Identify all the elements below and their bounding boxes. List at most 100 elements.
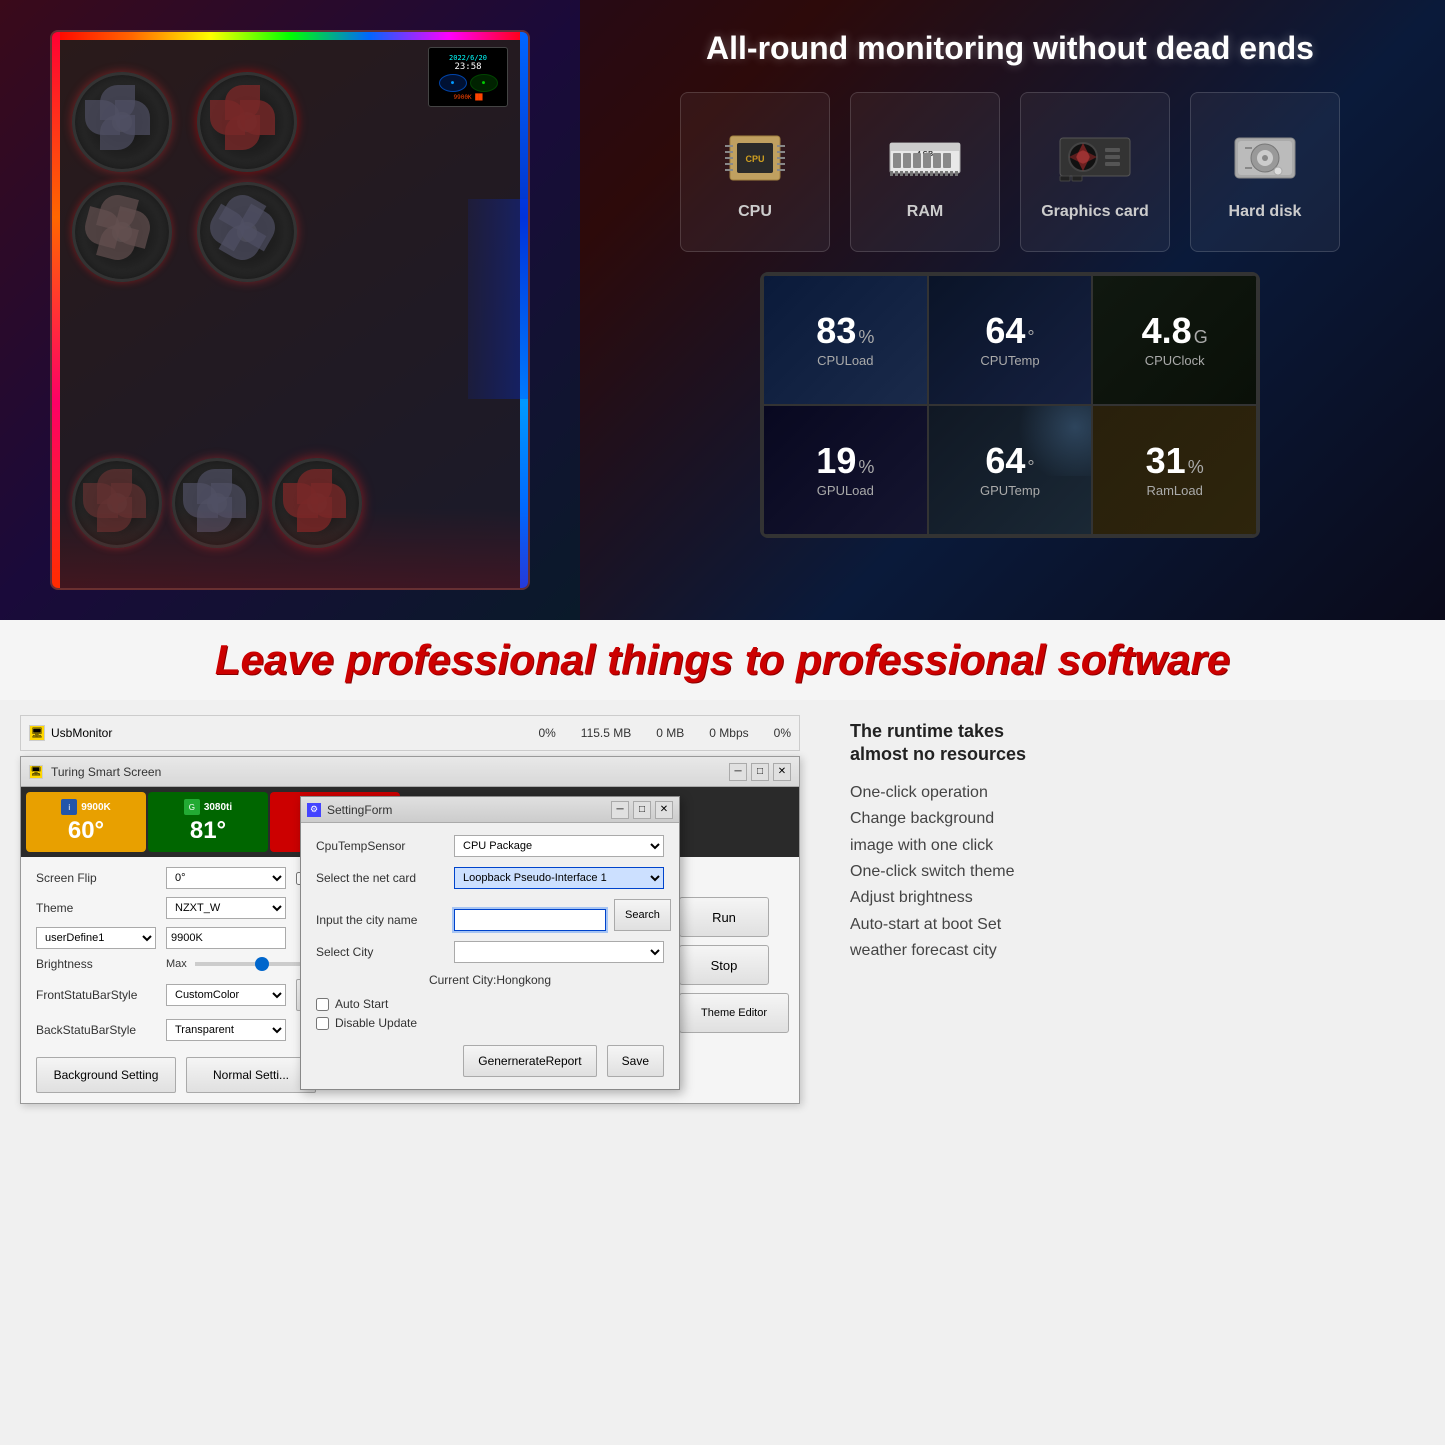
app-container: 🖥 Turing Smart Screen ─ □ ✕ i 9900K — [20, 756, 800, 1104]
bottom-section: 🖥 UsbMonitor 0% 115.5 MB 0 MB 0 Mbps 0% … — [0, 700, 1445, 1445]
auto-start-label: Auto Start — [335, 997, 388, 1011]
cpu-temp-sensor-row: CpuTempSensor CPU Package — [316, 835, 664, 857]
cpu-icon: CPU — [710, 123, 800, 193]
window-controls[interactable]: ─ □ ✕ — [729, 763, 791, 781]
cpu-model-input[interactable] — [166, 927, 286, 949]
main-window-title-bar: 🖥 Turing Smart Screen ─ □ ✕ — [21, 757, 799, 787]
back-bar-select[interactable]: Transparent — [166, 1019, 286, 1041]
taskbar-app-icon: 🖥 — [29, 725, 45, 741]
dialog-title: SettingForm — [327, 803, 605, 817]
component-card-cpu: CPU CPU — [680, 92, 830, 252]
cpu-label: CPU — [738, 203, 772, 221]
screen-flip-select[interactable]: 0° 90° 180° 270° — [166, 867, 286, 889]
disable-update-checkbox[interactable] — [316, 1017, 329, 1030]
brightness-slider[interactable] — [195, 962, 315, 966]
run-button[interactable]: Run — [679, 897, 769, 937]
preview-chip2-temp: 81° — [190, 817, 226, 845]
desc-item-3: image with one click — [850, 835, 1415, 857]
cpu-clock-cell: 4.8 G CPUClock — [1092, 275, 1257, 405]
dialog-controls[interactable]: ─ □ ✕ — [611, 801, 673, 819]
cpu-temp-sensor-select[interactable]: CPU Package — [454, 835, 664, 857]
preview-card-cpu: i 9900K 60° — [26, 792, 146, 852]
taskbar-metrics: 0% 115.5 MB 0 MB 0 Mbps 0% — [538, 726, 791, 740]
taskbar: 🖥 UsbMonitor 0% 115.5 MB 0 MB 0 Mbps 0% — [20, 715, 800, 751]
auto-start-row: Auto Start — [316, 997, 664, 1011]
screen-flip-label: Screen Flip — [36, 871, 156, 885]
desc-item-5: Adjust brightness — [850, 887, 1415, 909]
right-info: All-round monitoring without dead ends C… — [575, 0, 1445, 620]
front-bar-select[interactable]: CustomColor — [166, 984, 286, 1006]
theme-editor-button[interactable]: Theme Editor — [679, 993, 789, 1033]
disable-update-row: Disable Update — [316, 1016, 664, 1030]
monitor-row-2: 19 % GPULoad 64 ° GPUTemp 31 — [763, 405, 1257, 535]
select-city-row: Select City — [316, 941, 664, 963]
city-input[interactable] — [454, 909, 606, 931]
generate-report-button[interactable]: GenernerateReport — [463, 1045, 596, 1077]
software-area: 🖥 UsbMonitor 0% 115.5 MB 0 MB 0 Mbps 0% … — [0, 700, 820, 1445]
brightness-label: Brightness — [36, 957, 156, 971]
dialog-overlay: ⚙ SettingForm ─ □ ✕ CpuTempSensor CPU Pa — [300, 796, 680, 1090]
taskbar-disk: 0 MB — [656, 726, 684, 740]
cpu-temp-sensor-label: CpuTempSensor — [316, 839, 446, 853]
minimize-button[interactable]: ─ — [729, 763, 747, 781]
component-card-gpu: Graphics card — [1020, 92, 1170, 252]
desc-item-1: One-click operation — [850, 782, 1415, 804]
pc-case: 2022/6/20 23:58 ● ● 9900K ██ — [50, 30, 530, 590]
dialog-title-bar: ⚙ SettingForm ─ □ ✕ — [301, 797, 679, 823]
desc-item-2: Change background — [850, 808, 1415, 830]
banner-text: Leave professional things to professiona… — [215, 636, 1230, 684]
select-city-select[interactable] — [454, 941, 664, 963]
brightness-thumb — [255, 957, 269, 971]
side-buttons: Run Stop Theme Editor — [679, 897, 789, 1033]
cpu-load-cell: 83 % CPULoad — [763, 275, 928, 405]
ram-label: RAM — [907, 203, 943, 221]
tagline: All-round monitoring without dead ends — [615, 30, 1405, 67]
hdd-icon — [1220, 123, 1310, 193]
taskbar-cpu: 0% — [538, 726, 555, 740]
user-define-select[interactable]: userDefine1 — [36, 927, 156, 949]
theme-select[interactable]: NZXT_W — [166, 897, 286, 919]
top-section: 2022/6/20 23:58 ● ● 9900K ██ — [0, 0, 1445, 620]
main-window-title: Turing Smart Screen — [51, 765, 721, 779]
desc-item-7: weather forecast city — [850, 940, 1415, 962]
gpu-load-cell: 19 % GPULoad — [763, 405, 928, 535]
select-city-label: Select City — [316, 945, 446, 959]
svg-text:CPU: CPU — [745, 154, 764, 164]
monitor-metrics-grid: 83 % CPULoad 64 ° CPUTemp 4.8 — [760, 272, 1260, 538]
taskbar-app-name: UsbMonitor — [51, 726, 112, 740]
save-button[interactable]: Save — [607, 1045, 664, 1077]
current-city: Current City:Hongkong — [316, 973, 664, 987]
component-card-ram: 4 GB — [850, 92, 1000, 252]
search-button[interactable]: Search — [614, 899, 671, 931]
close-button[interactable]: ✕ — [773, 763, 791, 781]
back-bar-label: BackStatuBarStyle — [36, 1023, 156, 1037]
auto-start-checkbox[interactable] — [316, 998, 329, 1011]
theme-label: Theme — [36, 901, 156, 915]
normal-setting-button[interactable]: Normal Setti... — [186, 1057, 316, 1093]
city-input-label: Input the city name — [316, 913, 446, 927]
city-input-row: Input the city name — [316, 909, 606, 931]
net-card-select[interactable]: Loopback Pseudo-Interface 1 — [454, 867, 664, 889]
preview-chip2-label: 3080ti — [204, 802, 232, 813]
fan-grid-top — [72, 72, 312, 282]
stop-button[interactable]: Stop — [679, 945, 769, 985]
pc-image-area: 2022/6/20 23:58 ● ● 9900K ██ — [0, 0, 580, 620]
maximize-button[interactable]: □ — [751, 763, 769, 781]
dialog-footer: GenernerateReport Save — [316, 1045, 664, 1077]
dialog-minimize-button[interactable]: ─ — [611, 801, 629, 819]
fan-2 — [197, 72, 297, 172]
dialog-close-button[interactable]: ✕ — [655, 801, 673, 819]
desc-block-2: One-click operation Change background im… — [850, 782, 1415, 963]
dialog-content: CpuTempSensor CPU Package Select the net… — [301, 823, 679, 1089]
setting-form-dialog: ⚙ SettingForm ─ □ ✕ CpuTempSensor CPU Pa — [300, 796, 680, 1090]
dialog-maximize-button[interactable]: □ — [633, 801, 651, 819]
gpu-icon — [1050, 123, 1140, 193]
component-icons: CPU CPU — [615, 92, 1405, 252]
description-area: The runtime takesalmost no resources One… — [820, 700, 1445, 1445]
front-bar-label: FrontStatuBarStyle — [36, 988, 156, 1002]
ram-icon: 4 GB — [880, 123, 970, 193]
taskbar-app: 🖥 UsbMonitor — [29, 725, 112, 741]
fan-1 — [72, 72, 172, 172]
desc-block-1: The runtime takesalmost no resources — [850, 720, 1415, 767]
background-setting-button[interactable]: Background Setting — [36, 1057, 176, 1093]
